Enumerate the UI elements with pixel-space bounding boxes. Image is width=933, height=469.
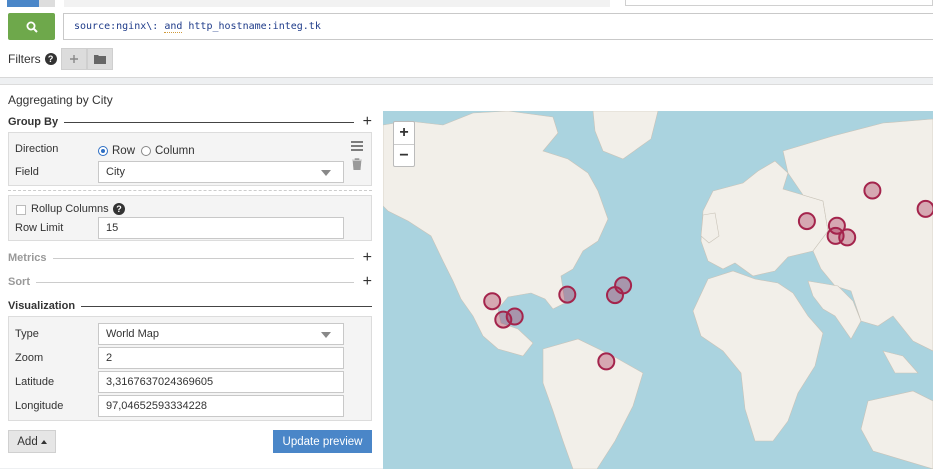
land-africa [692, 270, 824, 442]
radio-unselected-icon [141, 146, 151, 156]
panel-title: Aggregating by City [8, 93, 113, 107]
search-icon [26, 21, 38, 33]
zoom-input[interactable]: 2 [98, 347, 344, 369]
folder-icon [93, 55, 106, 64]
rollup-help-icon[interactable]: ? [113, 203, 125, 215]
add-metric-button[interactable]: + [358, 250, 372, 266]
direction-label: Direction [15, 143, 59, 155]
sort-label: Sort [8, 276, 30, 288]
zoom-in-button[interactable]: + [394, 122, 414, 144]
query-prefix: source:nginx\: [74, 21, 165, 32]
caret-up-icon [40, 439, 47, 444]
group-by-box: Direction Row Column Field City [8, 132, 372, 186]
field-label: Field [15, 166, 39, 178]
rollup-label: Rollup Columns [31, 203, 109, 215]
latitude-label: Latitude [15, 376, 55, 388]
drag-handle-icon[interactable] [351, 141, 363, 151]
add-filter-button[interactable] [60, 48, 87, 70]
metrics-header: Metrics + [8, 250, 372, 266]
top-strip [64, 0, 610, 7]
land-greenland [592, 111, 659, 160]
city-marker[interactable] [797, 212, 816, 231]
top-toolbar: source:nginx\: and http_hostname:integ.t… [0, 0, 933, 78]
saved-filters-button[interactable] [86, 48, 113, 70]
row-limit-input[interactable]: 15 [98, 217, 344, 239]
add-dropdown-button[interactable]: Add [8, 430, 56, 453]
direction-row-radio[interactable]: Row [98, 145, 135, 157]
group-by-header: Group By + [8, 114, 372, 130]
zoom-control: + − [393, 121, 415, 167]
chevron-down-icon [321, 332, 331, 338]
visualization-box: Type World Map Zoom 2 Latitude 3,3167637… [8, 316, 372, 421]
top-range-box[interactable] [625, 0, 933, 6]
land-australia [860, 390, 933, 469]
radio-selected-icon [98, 146, 108, 156]
zoom-label: Zoom [15, 352, 44, 364]
plus-icon [69, 55, 78, 63]
land-islands [882, 350, 919, 374]
world-map[interactable]: + − [383, 111, 933, 469]
row-limit-label: Row Limit [15, 222, 64, 234]
zoom-out-button[interactable]: − [394, 144, 414, 166]
search-button[interactable] [8, 13, 55, 40]
add-group-by-button[interactable]: + [358, 114, 372, 130]
top-tab[interactable] [39, 0, 55, 7]
visualization-label: Visualization [8, 300, 76, 312]
add-sort-button[interactable]: + [358, 274, 372, 290]
filters-label: Filters [8, 52, 41, 66]
latitude-input[interactable]: 3,3167637024369605 [98, 371, 344, 393]
metrics-label: Metrics [8, 252, 47, 264]
top-tab-active[interactable] [7, 0, 39, 7]
group-by-label: Group By [8, 116, 59, 128]
land-layer [383, 111, 933, 469]
direction-column-radio[interactable]: Column [141, 145, 195, 157]
chevron-down-icon [321, 170, 331, 176]
longitude-input[interactable]: 97,04652593334228 [98, 395, 344, 417]
city-marker[interactable] [558, 285, 577, 304]
land-south-america [542, 338, 644, 469]
visualization-type-select[interactable]: World Map [98, 323, 344, 345]
city-marker[interactable] [606, 286, 624, 305]
type-label: Type [15, 328, 39, 340]
city-marker[interactable] [483, 292, 502, 311]
longitude-label: Longitude [15, 400, 64, 412]
city-marker[interactable] [505, 307, 524, 326]
aggregation-panel: Aggregating by City Group By + Direction… [0, 84, 933, 469]
trash-icon[interactable] [352, 158, 362, 170]
city-marker[interactable] [597, 352, 616, 371]
filters-row: Filters ? [8, 48, 113, 70]
sort-header: Sort + [8, 274, 372, 290]
update-preview-button[interactable]: Update preview [273, 430, 372, 453]
search-query-input[interactable]: source:nginx\: and http_hostname:integ.t… [63, 13, 933, 40]
city-marker[interactable] [916, 199, 933, 218]
field-select[interactable]: City [98, 161, 344, 183]
query-keyword: and [164, 21, 183, 33]
rollup-checkbox[interactable] [16, 205, 26, 215]
city-marker[interactable] [827, 216, 846, 235]
visualization-header: Visualization [8, 299, 372, 313]
rollup-box: Rollup Columns ? Row Limit 15 [8, 195, 372, 241]
query-suffix: http_hostname:integ.tk [182, 21, 321, 32]
city-marker[interactable] [863, 181, 882, 200]
map-canvas [383, 111, 933, 469]
filters-help-icon[interactable]: ? [44, 53, 57, 65]
